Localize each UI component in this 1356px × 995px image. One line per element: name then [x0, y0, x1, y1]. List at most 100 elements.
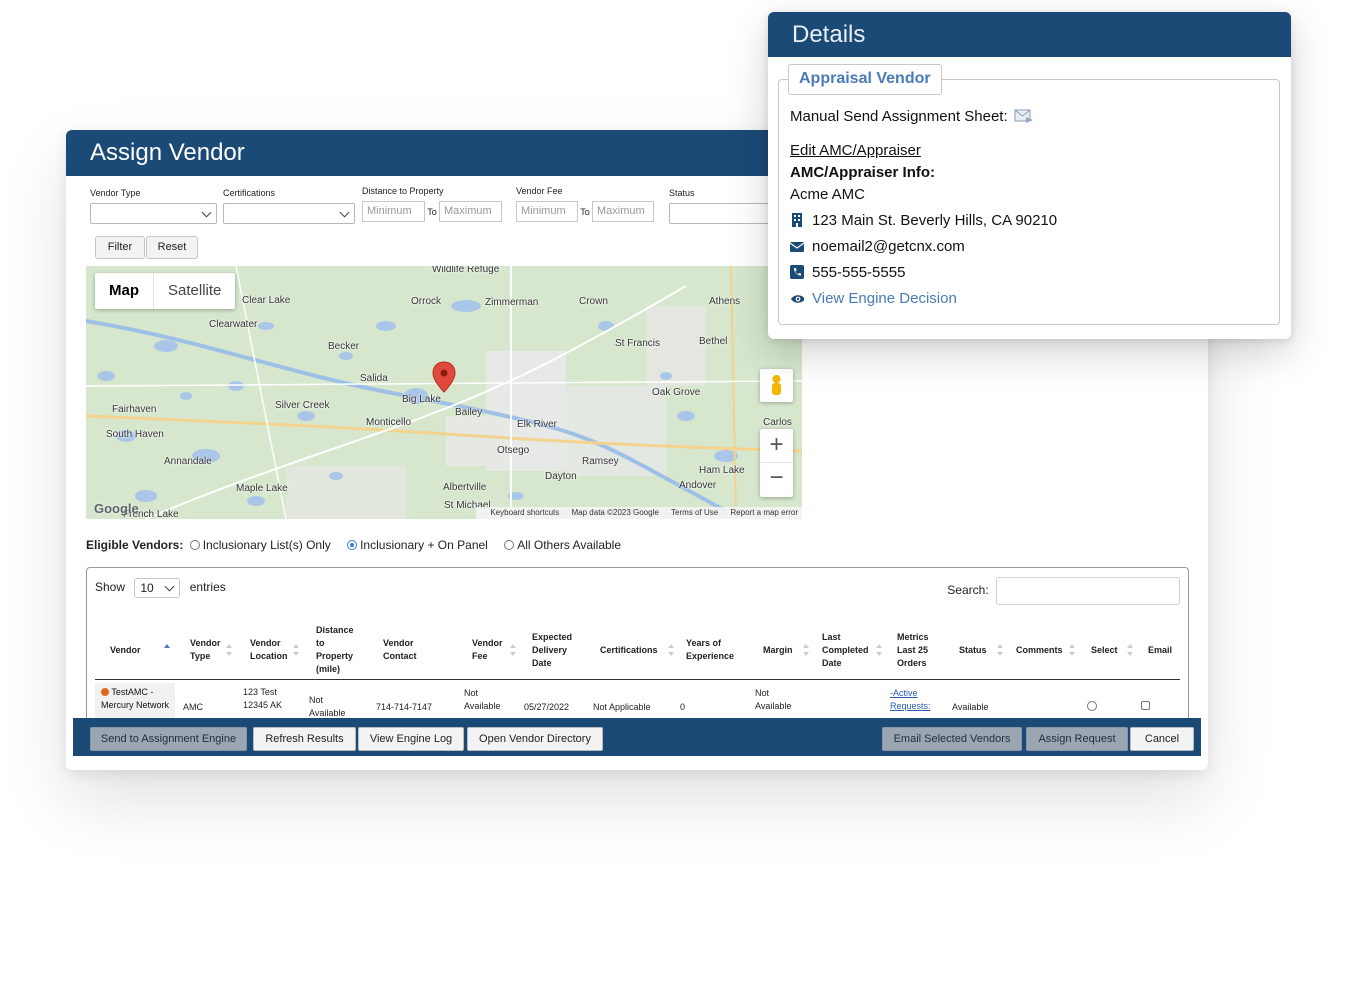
metrics-active-requests-link[interactable]: -Active Requests:: [890, 687, 936, 713]
map-label: Annandale: [164, 456, 212, 467]
distance-max-input[interactable]: Maximum: [439, 201, 502, 222]
col-vendor-type[interactable]: Vendor Type: [190, 620, 232, 680]
status-label: Status: [669, 188, 695, 198]
vendor-fee-filter: Vendor Fee Minimum To Maximum: [516, 186, 666, 222]
table-row-vendor[interactable]: TestAMC - Mercury Network: [95, 683, 175, 723]
radio-icon[interactable]: [1087, 701, 1097, 711]
radio-inclusionary-on-panel[interactable]: Inclusionary + On Panel: [344, 538, 488, 552]
terms-link[interactable]: Terms of Use: [671, 508, 718, 517]
zoom-controls: + −: [760, 429, 793, 497]
radio-label: All Others Available: [517, 538, 622, 552]
vendor-type-filter: Vendor Type: [90, 188, 217, 224]
send-mail-icon[interactable]: [1014, 108, 1034, 124]
distance-filter: Distance to Property Minimum To Maximum: [362, 186, 512, 222]
vendor-type-select[interactable]: [90, 203, 217, 224]
col-email[interactable]: Email: [1148, 620, 1178, 680]
map-label: Zimmerman: [485, 297, 539, 308]
filter-button[interactable]: Filter: [95, 236, 145, 259]
refresh-results-button[interactable]: Refresh Results: [253, 727, 356, 751]
phone-row: 555-555-5555: [790, 264, 905, 281]
keyboard-shortcuts-link[interactable]: Keyboard shortcuts: [490, 508, 559, 517]
email-checkbox[interactable]: [1141, 701, 1150, 714]
certifications-select[interactable]: [223, 203, 355, 224]
reset-button[interactable]: Reset: [146, 236, 198, 259]
certifications-label: Certifications: [223, 188, 276, 198]
radio-icon[interactable]: [189, 540, 200, 550]
map-label: Ham Lake: [699, 465, 745, 476]
radio-all-others[interactable]: All Others Available: [501, 538, 621, 552]
map-label: Albertville: [443, 482, 487, 493]
col-margin[interactable]: Margin: [763, 620, 809, 680]
search-input[interactable]: [996, 577, 1180, 605]
col-comments[interactable]: Comments: [1016, 620, 1075, 680]
radio-icon[interactable]: [504, 540, 515, 550]
sort-icon: [1069, 644, 1075, 656]
map-label: South Haven: [106, 429, 164, 440]
distance-min-input[interactable]: Minimum: [362, 201, 425, 222]
cell-certifications: Not Applicable: [593, 702, 651, 712]
details-title: Details: [768, 12, 1291, 57]
location-pin-icon[interactable]: [432, 361, 456, 393]
manual-send-label: Manual Send Assignment Sheet:: [790, 108, 1008, 125]
map-tab[interactable]: Map: [95, 273, 154, 309]
col-vendor-contact[interactable]: Vendor Contact: [383, 620, 428, 680]
radio-icon[interactable]: [347, 540, 358, 550]
fee-max-input[interactable]: Maximum: [592, 201, 654, 222]
appraisal-vendor-legend: Appraisal Vendor: [788, 64, 942, 95]
col-vendor[interactable]: Vendor: [110, 620, 170, 680]
zoom-in-icon[interactable]: +: [760, 429, 793, 463]
satellite-tab[interactable]: Satellite: [154, 273, 235, 309]
cancel-button[interactable]: Cancel: [1130, 727, 1194, 751]
select-radio[interactable]: [1084, 701, 1100, 714]
col-vendor-fee[interactable]: Vendor Fee: [472, 620, 516, 680]
map-label: Silver Creek: [275, 400, 330, 411]
status-select[interactable]: [669, 203, 779, 224]
map-label: Ramsey: [582, 456, 619, 467]
col-expected-delivery[interactable]: Expected Delivery Date: [532, 620, 580, 680]
map-label: Dayton: [545, 471, 577, 482]
vendor-type-label: Vendor Type: [90, 188, 141, 198]
map-label: Athens: [709, 296, 741, 307]
col-last-completed[interactable]: Last Completed Date: [822, 620, 882, 680]
action-bar: Send to Assignment Engine Refresh Result…: [73, 718, 1201, 756]
address-row: 123 Main St. Beverly Hills, CA 90210: [790, 212, 1057, 229]
details-window: Details Appraisal Vendor Manual Send Ass…: [768, 12, 1291, 339]
col-distance[interactable]: Distance to Property (mile): [316, 620, 358, 680]
table-header-divider: [95, 679, 1180, 680]
report-error-link[interactable]: Report a map error: [730, 508, 798, 517]
fee-min-input[interactable]: Minimum: [516, 201, 578, 222]
show-label: Show: [95, 580, 126, 595]
assign-request-button[interactable]: Assign Request: [1026, 727, 1128, 751]
warning-icon: [101, 688, 109, 696]
col-certifications[interactable]: Certifications: [600, 620, 674, 680]
radio-label: Inclusionary List(s) Only: [202, 538, 331, 552]
map-label: Salida: [360, 373, 388, 384]
entries-value: 10: [140, 581, 154, 595]
zoom-out-icon[interactable]: −: [760, 463, 793, 497]
building-icon: [792, 213, 802, 227]
cell-margin: Not Available: [755, 688, 792, 711]
col-vendor-location[interactable]: Vendor Location: [250, 620, 299, 680]
map-label: Monticello: [366, 417, 412, 428]
col-select[interactable]: Select: [1091, 620, 1133, 680]
street-view-pegman-icon[interactable]: [760, 369, 793, 402]
col-years-experience[interactable]: Years of Experience: [686, 620, 736, 680]
send-to-engine-button[interactable]: Send to Assignment Engine: [90, 727, 247, 751]
google-logo: Google: [94, 501, 139, 516]
map-label: Andover: [679, 480, 717, 491]
checkbox-icon[interactable]: [1141, 701, 1150, 710]
map-label: Bailey: [455, 407, 483, 418]
radio-inclusionary-only[interactable]: Inclusionary List(s) Only: [187, 538, 331, 552]
edit-amc-link[interactable]: Edit AMC/Appraiser: [790, 142, 921, 159]
view-engine-decision-link[interactable]: View Engine Decision: [790, 290, 957, 307]
email-selected-vendors-button[interactable]: Email Selected Vendors: [882, 727, 1022, 751]
map-label: Big Lake: [402, 394, 441, 405]
entries-select[interactable]: 10: [134, 578, 181, 598]
open-vendor-directory-button[interactable]: Open Vendor Directory: [467, 727, 603, 751]
view-engine-log-button[interactable]: View Engine Log: [358, 727, 464, 751]
col-metrics[interactable]: Metrics Last 25 Orders: [897, 620, 949, 680]
col-status[interactable]: Status: [959, 620, 1003, 680]
vendor-map[interactable]: Map Satellite Wildlife Refuge Clear Lake…: [86, 266, 802, 519]
table-search: Search:: [947, 577, 1180, 605]
cell-fee: Not Available: [464, 688, 501, 711]
